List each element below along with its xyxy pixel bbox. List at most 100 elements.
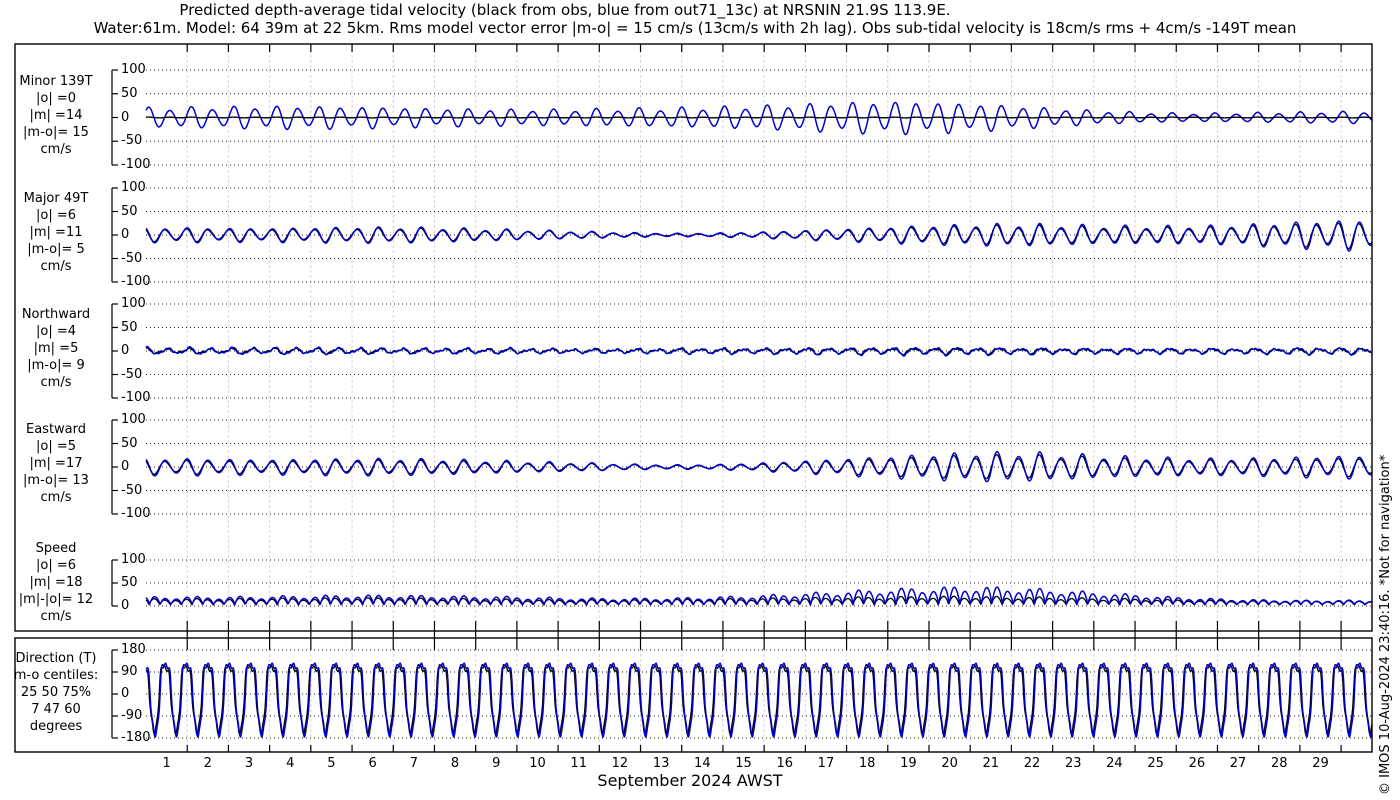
day-label: 3	[244, 756, 254, 771]
panel-label-direction: Direction (T) m-o centiles: 25 50 75% 7 …	[4, 650, 108, 735]
y-tick-label: -50	[121, 366, 143, 382]
panel-label-line: Minor 139T	[19, 74, 93, 89]
x-axis-title: September 2024 AWST	[597, 771, 783, 790]
y-tick-label: 100	[121, 412, 146, 427]
panel-label-minor: Minor 139T |o| =0 |m| =14 |m-o|= 15 cm/s	[4, 73, 108, 158]
panel-label-eastward: Eastward |o| =5 |m| =17 |m-o|= 13 cm/s	[4, 421, 108, 506]
day-label: 10	[529, 756, 546, 771]
panel-label-line: degrees	[29, 719, 83, 734]
y-tick-label: 100	[121, 62, 146, 77]
day-label: 7	[409, 756, 418, 771]
panel-label-line: |m| =18	[29, 575, 83, 590]
day-label: 27	[1229, 756, 1247, 771]
day-label: 28	[1270, 756, 1288, 771]
day-label: 19	[900, 756, 917, 771]
panel-label-line: m-o centiles:	[13, 668, 99, 683]
panel-label-line: cm/s	[40, 259, 72, 274]
y-tick-label: 0	[121, 343, 130, 358]
panel-label-line: |o| =0	[35, 91, 76, 106]
y-tick-label: 0	[121, 109, 130, 125]
day-label: 16	[776, 756, 794, 771]
y-tick-label: 50	[121, 575, 138, 590]
day-label: 20	[941, 756, 958, 771]
y-tick-label: 0	[121, 459, 130, 474]
y-tick-label: 50	[121, 435, 138, 451]
panel-label-line: Direction (T)	[15, 651, 97, 666]
day-label: 15	[735, 756, 752, 771]
y-tick-label: -90	[121, 708, 143, 723]
y-tick-label: 0	[121, 598, 130, 613]
panel-label-line: |m| =17	[29, 456, 83, 471]
panel-label-line: |m-o|= 13	[23, 473, 89, 488]
y-tick-label: -100	[121, 506, 151, 521]
y-tick-label: 50	[121, 85, 138, 101]
day-label: 4	[286, 756, 295, 771]
day-label: 21	[982, 756, 1000, 771]
panel-label-line: cm/s	[40, 142, 72, 157]
day-label: 25	[1147, 756, 1164, 771]
y-tick-label: 100	[121, 296, 146, 311]
y-tick-label: -50	[121, 482, 143, 498]
y-tick-label: 100	[121, 552, 146, 567]
direction-model-curve	[145, 662, 1373, 738]
watermark-text: © IMOS 10-Aug-2024 23:40:16. *Not for na…	[1378, 454, 1393, 795]
y-tick-label: 180	[121, 642, 146, 657]
day-label: 23	[1064, 756, 1082, 771]
day-label: 9	[492, 756, 501, 771]
panel-label-line: |m-o|= 15	[23, 125, 89, 140]
panel-label-line: |m|-|o|= 12	[18, 592, 94, 607]
panel-label-line: |o| =5	[35, 439, 76, 454]
tidal-velocity-figure: { "title": { "line1": "Predicted depth-a…	[0, 0, 1400, 800]
day-label: 12	[611, 756, 629, 771]
day-label: 26	[1188, 756, 1206, 771]
day-label: 8	[450, 756, 460, 771]
panel-label-line: |m| =14	[29, 108, 83, 123]
panel-label-line: cm/s	[40, 375, 72, 390]
y-tick-label: 100	[121, 180, 146, 195]
y-tick-label: 0	[121, 686, 130, 701]
day-label: 1	[162, 756, 171, 771]
day-label: 5	[327, 756, 336, 771]
y-tick-label: 90	[121, 664, 138, 679]
y-tick-label: -50	[121, 133, 143, 149]
panel-label-line: Speed	[35, 541, 77, 556]
day-label: 18	[858, 756, 876, 771]
y-tick-label: -100	[121, 390, 151, 405]
panel-label-line: |m-o|= 9	[27, 358, 85, 373]
chart-svg	[14, 43, 1373, 753]
day-label: 6	[368, 756, 377, 771]
panel-label-line: 25 50 75%	[20, 685, 92, 700]
panel-label-line: |o| =6	[35, 558, 76, 573]
panel-label-line: |m| =11	[29, 225, 83, 240]
day-label: 14	[694, 756, 711, 771]
day-label: 11	[570, 756, 587, 771]
panel-label-line: cm/s	[40, 609, 72, 624]
day-label: 17	[817, 756, 835, 771]
panel-label-line: |o| =6	[35, 208, 76, 223]
panel-label-line: cm/s	[40, 490, 72, 505]
panel-label-speed: Speed |o| =6 |m| =18 |m|-|o|= 12 cm/s	[4, 540, 108, 625]
northward-model-curve	[145, 345, 1373, 357]
day-label: 22	[1023, 756, 1041, 771]
panel-label-line: |m-o|= 5	[27, 242, 85, 257]
panel-label-line: |m| =5	[33, 341, 79, 356]
speed-model-curve	[145, 586, 1373, 606]
day-label: 29	[1312, 756, 1329, 771]
panel-label-line: Northward	[21, 307, 91, 322]
y-tick-label: 50	[121, 203, 138, 219]
panel-label-line: |o| =4	[35, 324, 76, 339]
y-tick-label: -180	[121, 730, 151, 745]
panel-label-line: Eastward	[25, 422, 87, 437]
panel-label-line: Major 49T	[23, 191, 89, 206]
major-model-curve	[145, 220, 1373, 252]
day-label: 24	[1106, 756, 1123, 771]
minor-obs-curve	[145, 116, 1373, 119]
y-tick-label: 50	[121, 319, 138, 335]
upper-frame	[14, 43, 1373, 632]
day-label: 2	[203, 756, 212, 771]
y-tick-label: -100	[121, 157, 151, 172]
panel-label-line: 7 47 60	[31, 702, 81, 717]
y-tick-label: -50	[121, 250, 143, 266]
panel-label-northward: Northward |o| =4 |m| =5 |m-o|= 9 cm/s	[4, 306, 108, 391]
day-label: 13	[652, 756, 670, 771]
